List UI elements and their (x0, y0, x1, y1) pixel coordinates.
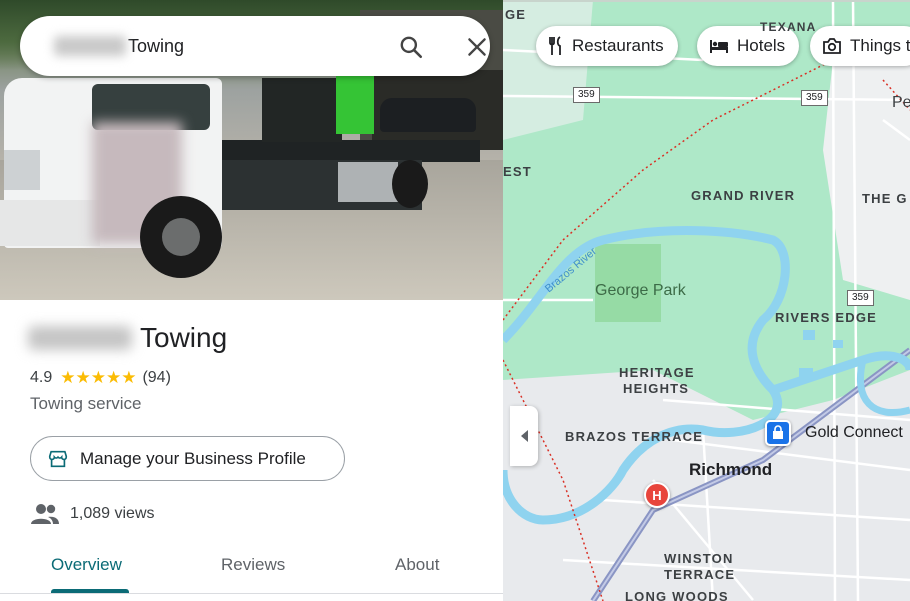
fork-knife-icon (549, 36, 561, 55)
map-label-rivers-edge: RIVERS EDGE (775, 310, 878, 325)
hospital-letter: H (652, 487, 662, 503)
views-count: 1,089 views (70, 505, 155, 522)
map-label-winston: WINSTON (664, 551, 734, 566)
city-label[interactable]: Richmond (689, 460, 772, 480)
map-label-heights: HEIGHTS (623, 381, 690, 396)
map-label-the-g: THE G (862, 191, 908, 206)
chip-things-label: Things t (850, 36, 910, 55)
map-label-heritage: HERITAGE (619, 365, 695, 380)
place-tabs: Overview Reviews About (0, 545, 503, 601)
business-name-redacted (28, 326, 132, 350)
map-label-long-woods: LONG WOODS (625, 589, 729, 601)
bed-icon (710, 40, 728, 53)
chip-restaurants[interactable]: Restaurants (536, 26, 678, 66)
views-row: 1,089 views (30, 502, 155, 526)
photo-truck-bed (220, 140, 480, 162)
shopping-bag-icon[interactable] (765, 420, 791, 446)
map-label-est: EST (503, 164, 532, 179)
camera-icon (823, 38, 841, 54)
route-shield: 359 (801, 90, 828, 106)
collapse-panel-button[interactable] (510, 406, 538, 466)
rating-value: 4.9 (30, 369, 53, 386)
map-label-pe: Pe (892, 94, 910, 111)
close-icon[interactable] (464, 34, 490, 60)
map-label-texana: TEXANA (760, 20, 817, 34)
manage-button-label: Manage your Business Profile (80, 448, 306, 468)
search-query[interactable]: Towing (128, 36, 184, 57)
tab-overview[interactable]: Overview (51, 555, 122, 575)
search-icon[interactable] (398, 34, 424, 60)
photo-grille (4, 150, 40, 190)
route-shield: 359 (847, 290, 874, 306)
chip-restaurants-label: Restaurants (572, 36, 664, 55)
business-category[interactable]: Towing service (30, 394, 142, 414)
park-label[interactable]: George Park (595, 282, 686, 300)
tab-about[interactable]: About (395, 555, 439, 575)
business-name-suffix: Towing (140, 322, 228, 353)
chevron-left-icon (520, 430, 528, 442)
chip-hotels-label: Hotels (737, 36, 786, 55)
chip-things-to-do[interactable]: Things t (810, 26, 910, 66)
search-redacted-text (54, 36, 126, 56)
manage-business-profile-button[interactable]: Manage your Business Profile (30, 436, 345, 481)
map-canvas[interactable]: Restaurants Hotels Things t GE TEXANA ES… (503, 0, 910, 601)
search-box[interactable]: Towing (20, 16, 490, 76)
star-rating-icon: ★★★★★ (60, 368, 137, 387)
route-shield: 359 (573, 87, 600, 103)
photo-rack (262, 78, 342, 142)
storefront-icon (48, 450, 68, 467)
map-label-terrace: TERRACE (664, 567, 736, 582)
hospital-icon[interactable]: H (644, 482, 670, 508)
photo-car (380, 98, 476, 132)
photo-toolbox (338, 162, 398, 202)
photo-green-box (336, 76, 374, 134)
photo-bumper (0, 200, 100, 246)
place-panel: Towing Towing 4.9 ★★★★★ (94) Towing serv… (0, 0, 503, 601)
photo-rear-wheel (392, 160, 428, 208)
rating-row: 4.9 ★★★★★ (94) (30, 368, 171, 388)
map-label-grand-river: GRAND RIVER (691, 188, 796, 203)
map-label-brazos-terrace: BRAZOS TERRACE (565, 429, 704, 444)
business-title: Towing (28, 322, 227, 354)
poi-label[interactable]: Gold Connect (805, 424, 903, 442)
photo-front-wheel (140, 196, 222, 278)
people-icon (31, 504, 59, 524)
map-label-ge: GE (505, 7, 527, 22)
tab-reviews[interactable]: Reviews (221, 555, 285, 575)
tabs-divider (0, 593, 503, 594)
review-count[interactable]: (94) (142, 369, 170, 387)
